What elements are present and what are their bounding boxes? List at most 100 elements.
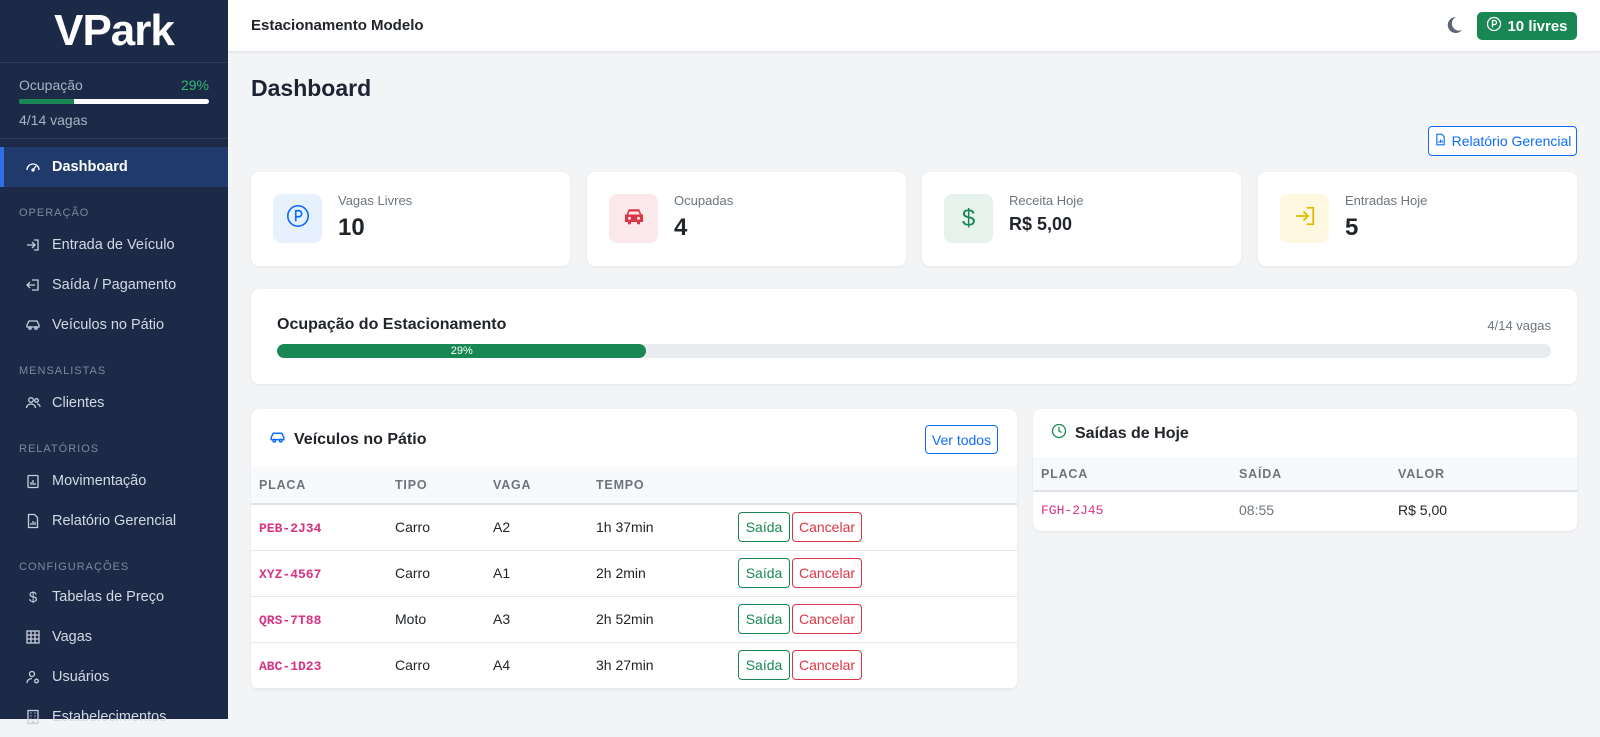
plate-code: FGH-2J45 [1041, 503, 1104, 518]
vehicle-spot: A4 [493, 642, 596, 689]
exits-table: PLACA SAÍDA VALOR FGH-2J45 08:55 R$ 5,00 [1033, 457, 1577, 527]
sidebar-item-label: Tabelas de Preço [52, 589, 165, 605]
vehicle-spot: A3 [493, 596, 596, 643]
stat-card-revenue: $ Receita Hoje R$ 5,00 [922, 172, 1241, 266]
sidebar-item-price-tables[interactable]: $ Tabelas de Preço [0, 577, 228, 617]
clock-icon [1051, 423, 1067, 444]
stat-label: Ocupadas [674, 193, 734, 208]
sidebar-item-management-report[interactable]: Relatório Gerencial [0, 501, 228, 541]
vehicle-type: Carro [395, 550, 493, 597]
box-arrow-in-icon [24, 236, 42, 254]
occupancy-card: Ocupação do Estacionamento 4/14 vagas 29… [251, 289, 1577, 384]
sidebar-item-vehicle-entry[interactable]: Entrada de Veículo [0, 225, 228, 265]
sidebar-item-clients[interactable]: Clientes [0, 383, 228, 423]
sidebar-item-movements[interactable]: Movimentação [0, 461, 228, 501]
sidebar-item-spots[interactable]: Vagas [0, 617, 228, 657]
grid-icon [24, 628, 42, 646]
sidebar-item-label: Relatório Gerencial [52, 513, 177, 529]
management-report-label: Relatório Gerencial [1451, 133, 1572, 149]
sidebar-item-users[interactable]: Usuários [0, 657, 228, 697]
column-header-value: VALOR [1398, 457, 1577, 492]
column-header-type: TIPO [395, 467, 493, 505]
stat-value: R$ 5,00 [1009, 214, 1073, 234]
sidebar-item-label: Veículos no Pátio [52, 317, 165, 333]
stat-icon-box [609, 194, 658, 243]
exit-value: R$ 5,00 [1398, 501, 1448, 518]
sidebar-section-mensalistas: MENSALISTAS [19, 365, 107, 377]
table-row: FGH-2J45 08:55 R$ 5,00 [1033, 491, 1577, 527]
sidebar-item-label: Dashboard [52, 159, 128, 175]
building-icon [24, 708, 42, 726]
box-arrow-left-icon [24, 276, 42, 294]
occupancy-card-progress-fill: 29% [277, 344, 647, 358]
column-header-exit: SAÍDA [1239, 457, 1398, 492]
sidebar-item-label: Saída / Pagamento [52, 277, 177, 293]
plate-code: PEB-2J34 [259, 520, 322, 536]
sidebar-item-vehicles-yard[interactable]: Veículos no Pátio [0, 305, 228, 345]
table-row: ABC-1D23 Carro A4 3h 27min Saída Cancelar [251, 642, 1017, 689]
stat-value: 5 [1345, 214, 1359, 241]
cancel-button[interactable]: Cancelar [792, 512, 862, 543]
sidebar-item-label: Entrada de Veículo [52, 237, 175, 253]
management-report-button[interactable]: Relatório Gerencial [1428, 126, 1577, 156]
parking-icon [286, 204, 310, 233]
sidebar-item-establishments[interactable]: Estabelecimentos [0, 697, 228, 737]
table-header-row: PLACA TIPO VAGA TEMPO [251, 467, 1017, 505]
exits-panel-title: Saídas de Hoje [1075, 424, 1189, 442]
stat-icon-box [273, 194, 322, 243]
stat-value: 10 [338, 214, 365, 241]
car-front-icon [622, 204, 646, 233]
sidebar-item-label: Movimentação [52, 473, 147, 489]
vehicles-panel-title: Veículos no Pátio [294, 431, 427, 448]
vehicle-spot: A1 [493, 550, 596, 597]
brand-logo[interactable]: VPark [0, 0, 228, 63]
view-all-button[interactable]: Ver todos [925, 425, 998, 454]
plate-code: XYZ-4567 [259, 566, 322, 582]
vehicles-panel-header: Veículos no Pátio [269, 429, 426, 451]
clipboard-data-icon [24, 472, 42, 490]
occupancy-progress [19, 99, 209, 104]
free-spots-text: 10 livres [1507, 17, 1568, 35]
occupancy-card-progress: 29% [277, 344, 1551, 358]
sidebar-section-configuracoes: CONFIGURAÇÕES [19, 561, 130, 573]
exit-button[interactable]: Saída [738, 604, 790, 634]
stat-label: Entradas Hoje [1345, 193, 1428, 208]
sidebar-section-relatorios: RELATÓRIOS [19, 443, 100, 455]
vehicles-yard-panel: Veículos no Pátio Ver todos PLACA TIPO V… [251, 409, 1017, 689]
sidebar-occupancy: Ocupação 29% 4/14 vagas [0, 63, 228, 139]
column-header-plate: PLACA [251, 467, 395, 505]
sidebar-item-dashboard[interactable]: Dashboard [0, 147, 228, 187]
stat-label: Receita Hoje [1009, 193, 1084, 208]
column-header-plate: PLACA [1033, 457, 1239, 492]
exits-today-panel: Saídas de Hoje PLACA SAÍDA VALOR FGH-2J4… [1033, 409, 1577, 531]
stat-card-occupied: Ocupadas 4 [587, 172, 906, 266]
column-header-actions [738, 467, 1017, 505]
cancel-button[interactable]: Cancelar [792, 558, 862, 588]
stat-card-free-spots: Vagas Livres 10 [251, 172, 570, 266]
vehicle-time: 2h 2min [596, 550, 738, 597]
sidebar-item-exit-payment[interactable]: Saída / Pagamento [0, 265, 228, 305]
exit-button[interactable]: Saída [738, 558, 790, 588]
dollar-icon: $ [28, 588, 38, 606]
file-bar-chart-icon [1434, 133, 1447, 149]
occupancy-label: Ocupação [19, 77, 83, 93]
file-bar-chart-icon [24, 512, 42, 530]
occupancy-card-title: Ocupação do Estacionamento [277, 316, 507, 333]
sidebar-item-label: Estabelecimentos [52, 709, 167, 725]
cancel-button[interactable]: Cancelar [792, 650, 862, 680]
exit-button[interactable]: Saída [738, 650, 790, 680]
table-row: QRS-7T88 Moto A3 2h 52min Saída Cancelar [251, 596, 1017, 643]
car-icon [24, 316, 42, 334]
box-arrow-in-right-icon [1293, 204, 1317, 233]
vehicles-table: PLACA TIPO VAGA TEMPO PEB-2J34 Carro A2 … [251, 467, 1017, 689]
parking-icon [1486, 16, 1502, 36]
speedometer-icon [24, 158, 42, 176]
stat-value: 4 [674, 214, 688, 241]
column-header-time: TEMPO [596, 467, 738, 505]
exit-time: 08:55 [1239, 501, 1275, 518]
vehicle-time: 1h 37min [596, 504, 738, 551]
stat-label: Vagas Livres [338, 193, 413, 208]
cancel-button[interactable]: Cancelar [792, 604, 862, 634]
moon-icon[interactable] [1444, 15, 1464, 35]
exit-button[interactable]: Saída [738, 512, 790, 543]
